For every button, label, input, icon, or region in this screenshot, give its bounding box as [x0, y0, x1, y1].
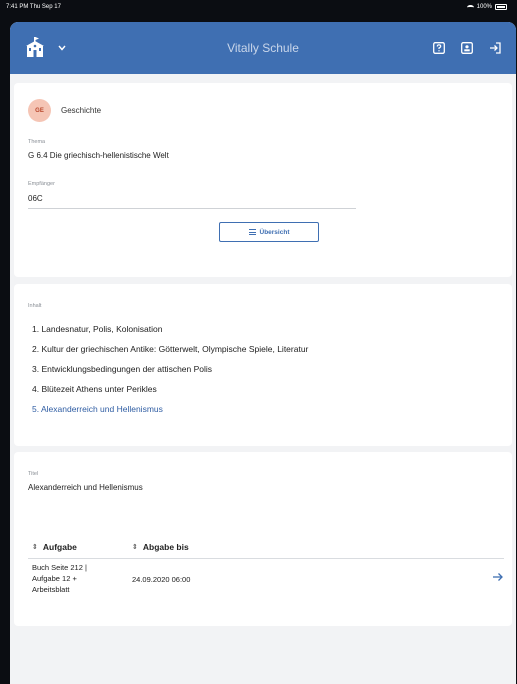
contacts-button[interactable] — [460, 41, 474, 55]
chevron-down-icon — [58, 45, 66, 51]
help-button[interactable] — [432, 41, 446, 55]
content-item[interactable]: 2. Kultur der griechischen Antike: Götte… — [32, 342, 308, 362]
overview-button[interactable]: Übersicht — [219, 222, 319, 242]
task-cell: Buch Seite 212 | Aufgabe 12 + Arbeitsbla… — [32, 563, 87, 594]
content-card: Inhalt 1. Landesnatur, Polis, Kolonisati… — [14, 284, 512, 446]
content-item-active[interactable]: 5. Alexanderreich und Hellenismus — [32, 402, 308, 422]
content-list: 1. Landesnatur, Polis, Kolonisation 2. K… — [32, 322, 308, 422]
table-row[interactable]: Buch Seite 212 | Aufgabe 12 + Arbeitsbla… — [28, 558, 504, 600]
recipient-underline — [28, 208, 356, 209]
app-window: Vitally Schule GE Geschichte Thema G 6.4… — [10, 22, 516, 684]
battery-icon — [495, 4, 507, 10]
contacts-icon — [461, 42, 473, 54]
detail-card: Titel Alexanderreich und Hellenismus ⇕ A… — [14, 452, 512, 626]
column-task-label: Aufgabe — [42, 542, 77, 552]
column-due-label: Abgabe bis — [142, 542, 189, 552]
logout-icon — [490, 42, 501, 54]
sort-icon: ⇕ — [32, 544, 38, 551]
wifi-icon — [466, 4, 474, 10]
content-label: Inhalt — [28, 303, 42, 309]
due-cell: 24.09.2020 06:00 — [132, 575, 191, 584]
list-icon — [248, 229, 256, 235]
status-indicators: 100% — [466, 4, 507, 10]
status-bar: 7:41 PM Thu Sep 17 100% — [0, 0, 517, 14]
assignment-header-card: GE Geschichte Thema G 6.4 Die griechisch… — [14, 83, 512, 277]
theme-label: Thema — [28, 139, 46, 145]
tasks-table-header: ⇕ Aufgabe ⇕ Abgabe bis — [32, 539, 506, 555]
logout-button[interactable] — [488, 41, 502, 55]
theme-value: G 6.4 Die griechisch-hellenistische Welt — [28, 151, 169, 160]
content-item[interactable]: 4. Blütezeit Athens unter Perikles — [32, 382, 308, 402]
content-item[interactable]: 3. Entwicklungsbedingungen der attischen… — [32, 362, 308, 382]
title-value: Alexanderreich und Hellenismus — [28, 483, 143, 492]
column-task[interactable]: ⇕ Aufgabe — [32, 542, 132, 552]
recipient-label: Empfänger — [28, 181, 55, 187]
navbar: Vitally Schule — [10, 22, 516, 74]
title-label: Titel — [28, 471, 39, 477]
nav-actions — [432, 41, 502, 55]
school-switcher[interactable] — [24, 37, 66, 59]
status-time: 7:41 PM Thu Sep 17 — [6, 4, 61, 10]
subject-badge: GE — [28, 99, 51, 122]
subject-name: Geschichte — [61, 106, 102, 115]
overview-button-label: Übersicht — [259, 228, 290, 236]
battery-percent: 100% — [476, 4, 492, 10]
column-due[interactable]: ⇕ Abgabe bis — [132, 542, 189, 552]
help-icon — [433, 42, 445, 54]
arrow-right-icon[interactable] — [492, 571, 504, 583]
content-item[interactable]: 1. Landesnatur, Polis, Kolonisation — [32, 322, 308, 342]
school-icon — [26, 37, 44, 57]
subject-row: GE Geschichte — [28, 99, 101, 122]
recipient-field[interactable]: 06C — [28, 194, 43, 203]
sort-icon: ⇕ — [132, 544, 138, 551]
